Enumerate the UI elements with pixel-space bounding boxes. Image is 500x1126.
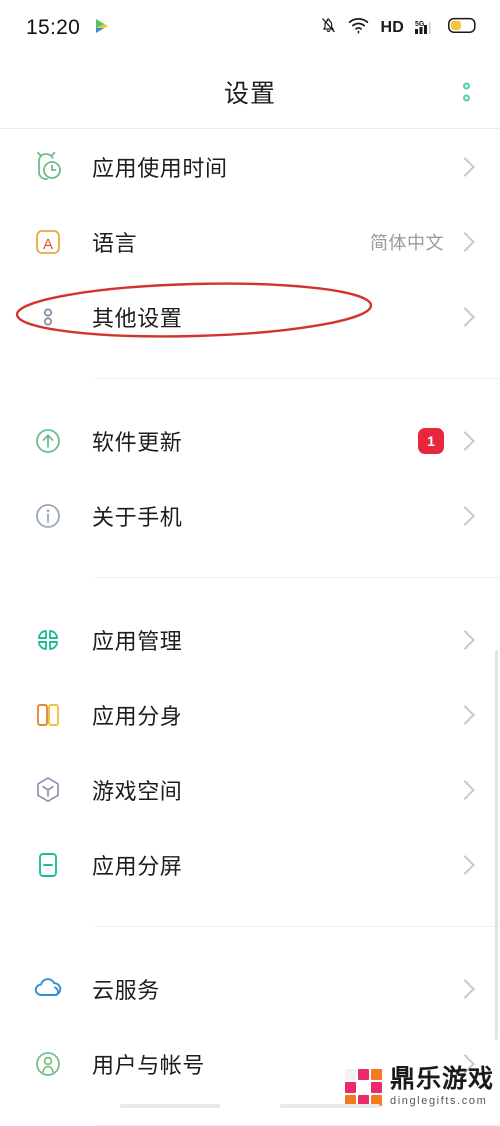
svg-text:5G: 5G: [415, 21, 425, 28]
app-management-icon: [26, 618, 70, 662]
settings-row-label: 游戏空间: [92, 778, 183, 804]
nav-hint-segment: [120, 1104, 220, 1108]
status-bar-left: 15:20: [26, 16, 112, 41]
status-time: 15:20: [26, 16, 81, 39]
settings-row-cloud-service[interactable]: 云服务: [0, 951, 500, 1026]
split-screen-icon: [26, 843, 70, 887]
watermark-brand: 鼎乐游戏: [389, 1065, 494, 1093]
settings-row-label: 应用分屏: [92, 853, 183, 879]
cloud-service-icon: [26, 967, 70, 1011]
settings-row-label: 语言: [92, 230, 138, 256]
settings-row-app-clone[interactable]: 应用分身: [0, 677, 500, 752]
chevron-right-icon: [455, 978, 475, 999]
software-update-icon: [26, 419, 70, 463]
update-count-badge: 1: [418, 427, 444, 454]
settings-row-game-space[interactable]: 游戏空间: [0, 752, 500, 827]
chevron-right-icon: [455, 505, 475, 526]
chevron-right-icon: [455, 629, 475, 650]
language-a-icon: A: [26, 220, 70, 264]
info-icon: [26, 494, 70, 538]
battery-icon: [448, 17, 478, 39]
app-clone-icon: [26, 693, 70, 737]
chevron-right-icon: [455, 854, 475, 875]
menu-dot: [463, 82, 470, 90]
chevron-right-icon: [455, 704, 475, 725]
game-space-icon: [26, 768, 70, 812]
settings-row-app-usage[interactable]: 应用使用时间: [0, 129, 500, 204]
chevron-right-icon: [455, 306, 475, 327]
settings-row-app-management[interactable]: 应用管理: [0, 602, 500, 677]
vertical-scrollbar[interactable]: [495, 650, 498, 1040]
settings-list: 应用使用时间 A 语言 简体中文 其他设置 软件更新 1 关于手机 应用管理 应…: [0, 129, 500, 1126]
settings-row-language[interactable]: A 语言 简体中文: [0, 204, 500, 279]
settings-row-label: 软件更新: [92, 429, 183, 455]
settings-row-label: 应用分身: [92, 703, 183, 729]
wifi-icon: [348, 17, 369, 39]
alarm-clock-icon: [26, 145, 70, 189]
status-bar: 15:20 HD 5G: [0, 0, 500, 56]
settings-row-other-settings[interactable]: 其他设置: [0, 279, 500, 354]
status-bar-right: HD 5G: [320, 16, 478, 40]
more-dots-icon: [26, 295, 70, 339]
more-options-icon[interactable]: [457, 77, 476, 108]
signal-5g-icon: 5G: [415, 19, 437, 37]
hd-icon: HD: [380, 19, 404, 36]
notifications-off-icon: [320, 16, 337, 40]
settings-row-label: 其他设置: [92, 305, 183, 331]
chevron-right-icon: [455, 231, 475, 252]
settings-row-software-update[interactable]: 软件更新 1: [0, 403, 500, 478]
user-account-icon: [26, 1042, 70, 1086]
navigation-hint-bar: [0, 1101, 500, 1111]
page-title: 设置: [223, 80, 276, 108]
settings-row-label: 应用使用时间: [92, 155, 228, 181]
chevron-right-icon: [455, 430, 475, 451]
menu-dot: [463, 94, 470, 102]
settings-row-label: 应用管理: [92, 628, 183, 654]
settings-row-split-screen[interactable]: 应用分屏: [0, 827, 500, 902]
settings-row-value: 简体中文: [370, 232, 444, 253]
settings-row-about-phone[interactable]: 关于手机: [0, 478, 500, 553]
chevron-right-icon: [455, 779, 475, 800]
chevron-right-icon: [455, 156, 475, 177]
settings-row-label: 关于手机: [92, 504, 183, 530]
settings-row-label: 云服务: [92, 977, 160, 1003]
nav-hint-segment: [280, 1104, 380, 1108]
title-bar: 设置: [0, 56, 500, 128]
play-store-icon: [92, 16, 112, 41]
svg-text:A: A: [43, 236, 53, 253]
watermark-logo-icon: [344, 1068, 382, 1106]
